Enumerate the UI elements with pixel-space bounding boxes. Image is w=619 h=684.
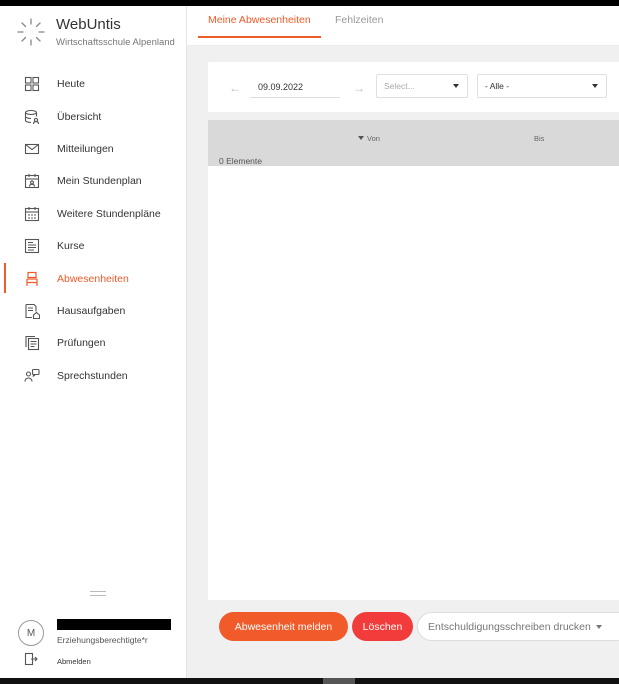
sidebar-item-label: Mein Stundenplan: [57, 175, 142, 188]
sidebar-item-label: Übersicht: [57, 110, 102, 123]
sidebar-nav: Heute Übersicht Mitteilungen Mein Stunde…: [0, 68, 187, 392]
chevron-down-icon: [592, 84, 598, 88]
sidebar-item-weitere-stundenplaene[interactable]: Weitere Stundenpläne: [0, 198, 187, 230]
print-excuse-label: Entschuldigungsschreiben drucken: [428, 620, 591, 633]
homework-icon: [24, 303, 40, 319]
sidebar-item-label: Kurse: [57, 240, 85, 253]
item-count: 0 Elemente: [219, 156, 262, 166]
sidebar-item-label: Mitteilungen: [57, 142, 114, 155]
calendar-user-icon: [24, 173, 40, 189]
app-frame: WebUntis Wirtschaftsschule Alpenland Heu…: [0, 6, 619, 678]
avatar[interactable]: M: [18, 620, 44, 646]
report-absence-button[interactable]: Abwesenheit melden: [219, 612, 348, 641]
brand-title: WebUntis: [56, 16, 121, 33]
absences-table: Von Bis 0 Elemente: [208, 120, 619, 600]
sidebar-item-label: Hausaufgaben: [57, 304, 126, 317]
action-bar: Abwesenheit melden Löschen Entschuldigun…: [208, 604, 619, 648]
column-header-von-label: Von: [367, 134, 380, 143]
sidebar-item-heute[interactable]: Heute: [0, 68, 187, 100]
logout-icon[interactable]: [24, 652, 38, 666]
sidebar-item-pruefungen[interactable]: Prüfungen: [0, 327, 187, 359]
redacted-user-name: [57, 619, 171, 630]
exams-icon: [24, 335, 40, 351]
brand[interactable]: WebUntis Wirtschaftsschule Alpenland: [16, 14, 175, 48]
sidebar-item-mitteilungen[interactable]: Mitteilungen: [0, 133, 187, 165]
sidebar: WebUntis Wirtschaftsschule Alpenland Heu…: [0, 6, 187, 678]
sidebar-item-label: Weitere Stundenpläne: [57, 207, 161, 220]
print-excuse-button[interactable]: Entschuldigungsschreiben drucken: [417, 612, 619, 641]
column-header-bis[interactable]: Bis: [534, 134, 544, 143]
status-filter-select[interactable]: - Alle -: [477, 74, 607, 98]
sidebar-item-label: Sprechstunden: [57, 369, 128, 382]
previous-date-arrow-icon[interactable]: ←: [229, 81, 241, 95]
database-user-icon: [24, 109, 40, 125]
sidebar-item-sprechstunden[interactable]: Sprechstunden: [0, 360, 187, 392]
dashboard-icon: [24, 76, 40, 92]
chevron-down-icon: [595, 624, 602, 629]
chevron-down-icon: [453, 84, 459, 88]
scrollbar-thumb[interactable]: [323, 678, 355, 684]
delete-button[interactable]: Löschen: [352, 612, 413, 641]
sidebar-resize-handle[interactable]: [90, 591, 106, 596]
user-role: Erziehungsberechtigte*r: [57, 635, 148, 645]
school-name: Wirtschaftsschule Alpenland: [56, 37, 175, 48]
course-book-icon: [24, 238, 40, 254]
student-select[interactable]: Select...: [376, 74, 468, 98]
sidebar-item-label: Abwesenheiten: [57, 272, 129, 285]
bottom-scrollbar: [0, 678, 619, 684]
sidebar-item-kurse[interactable]: Kurse: [0, 230, 187, 262]
sidebar-item-hausaufgaben[interactable]: Hausaufgaben: [0, 295, 187, 327]
calendar-grid-icon: [24, 206, 40, 222]
logout-link[interactable]: Abmelden: [57, 657, 91, 666]
tab-bar: Meine Abwesenheiten Fehlzeiten: [187, 6, 619, 46]
sidebar-item-mein-stundenplan[interactable]: Mein Stundenplan: [0, 165, 187, 197]
next-date-arrow-icon[interactable]: →: [353, 81, 365, 95]
column-header-von[interactable]: Von: [358, 134, 380, 143]
webuntis-logo-icon: [17, 18, 45, 46]
sidebar-item-uebersicht[interactable]: Übersicht: [0, 100, 187, 132]
student-select-placeholder: Select...: [384, 81, 415, 91]
chair-icon: [24, 271, 40, 287]
tab-meine-abwesenheiten[interactable]: Meine Abwesenheiten: [198, 14, 321, 38]
date-input[interactable]: [250, 76, 340, 98]
sidebar-item-label: Prüfungen: [57, 337, 106, 350]
filter-bar: ← → Select... - Alle -: [208, 62, 619, 112]
consultation-icon: [24, 368, 40, 384]
status-filter-value: - Alle -: [485, 81, 510, 91]
tab-fehlzeiten[interactable]: Fehlzeiten: [335, 14, 383, 36]
table-header: Von Bis 0 Elemente: [208, 120, 619, 166]
envelope-icon: [24, 141, 40, 157]
sort-descending-icon: [358, 136, 364, 140]
sidebar-item-abwesenheiten[interactable]: Abwesenheiten: [0, 262, 187, 294]
sidebar-item-label: Heute: [57, 78, 86, 91]
